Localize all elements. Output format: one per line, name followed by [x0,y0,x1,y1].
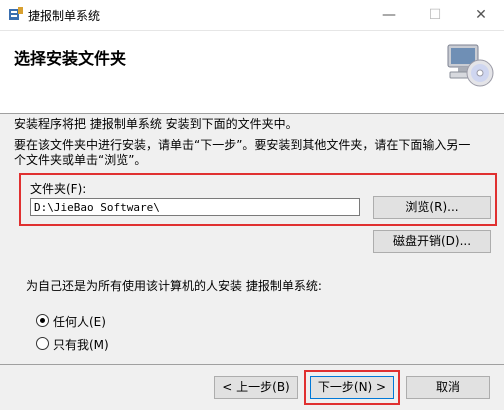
install-for-question: 为自己还是为所有使用该计算机的人安装 捷报制单系统: [26,279,322,293]
radio-button-just-me[interactable] [36,337,49,350]
window-title: 捷报制单系统 [28,9,101,23]
cancel-button[interactable]: 取消 [406,376,490,399]
footer-separator [0,364,504,365]
installer-icon [9,7,23,20]
back-button[interactable]: < 上一步(B) [214,376,298,399]
computer-cd-icon [447,44,494,87]
header-banner: 选择安装文件夹 [0,31,504,114]
disk-cost-button[interactable]: 磁盘开销(D)... [373,230,491,253]
instruction-text-2: 个文件夹或单击“浏览”。 [14,153,147,167]
maximize-button[interactable]: ☐ [412,0,458,30]
minimize-button[interactable]: — [366,0,412,30]
next-button[interactable]: 下一步(N) > [310,376,394,399]
close-button[interactable]: ✕ [458,0,504,30]
page-title: 选择安装文件夹 [14,49,127,68]
folder-path-input[interactable]: D:\JieBao Software\ [30,198,360,216]
radio-label-everyone: 任何人(E) [53,315,106,329]
folder-label: 文件夹(F): [30,182,87,196]
radio-selected-dot [40,318,45,323]
radio-button-everyone[interactable] [36,314,49,327]
title-bar: 捷报制单系统 — ☐ ✕ [0,0,504,31]
radio-label-just-me: 只有我(M) [53,338,109,352]
browse-button[interactable]: 浏览(R)... [373,196,491,219]
intro-text: 安装程序将把 捷报制单系统 安装到下面的文件夹中。 [14,117,298,131]
